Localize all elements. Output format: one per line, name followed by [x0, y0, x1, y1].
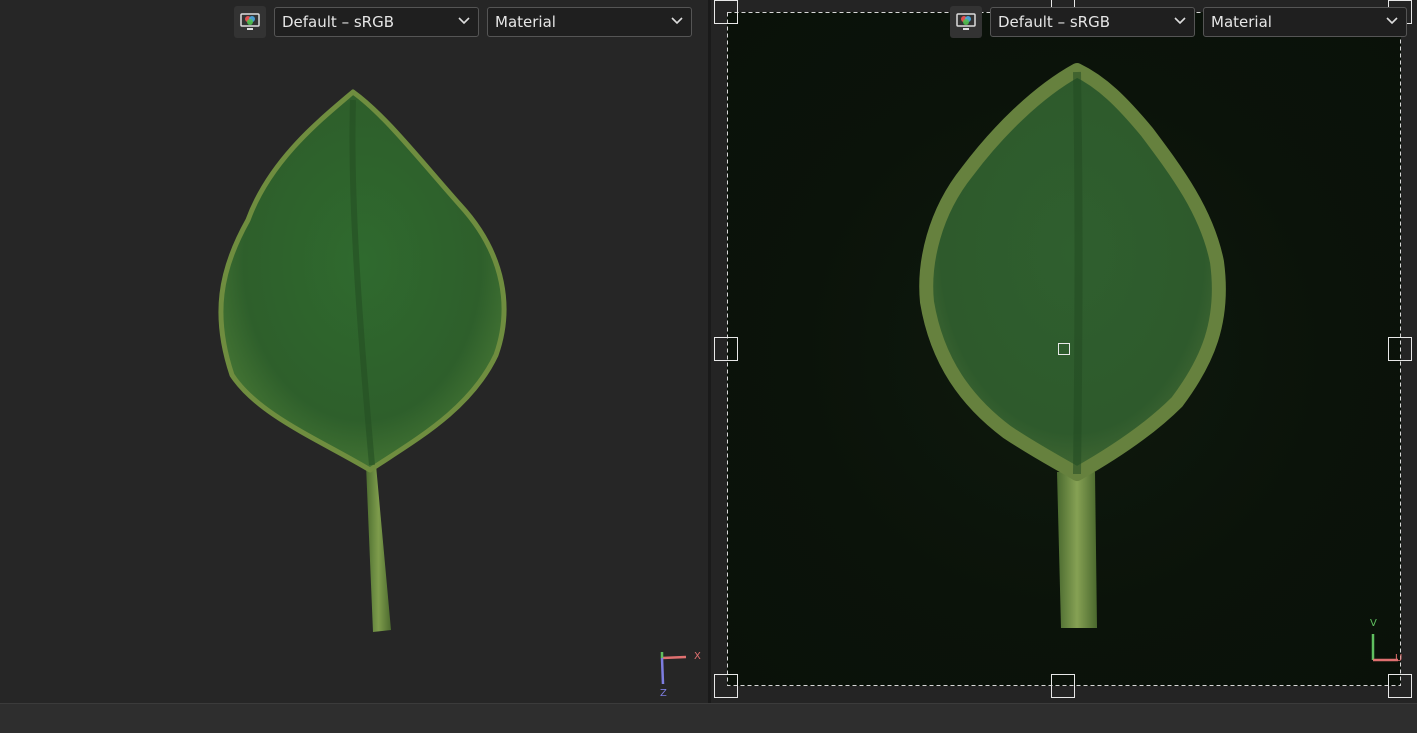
transform-handle-bottom-right[interactable]: [1388, 674, 1412, 698]
display-settings-icon: [956, 13, 976, 31]
chevron-down-icon: [458, 17, 470, 25]
viewport-3d-toolbar: Default – sRGB Material: [234, 6, 692, 38]
display-settings-button[interactable]: [234, 6, 266, 38]
viewport-2d-toolbar: Default – sRGB Material: [950, 6, 1407, 38]
transform-handle-right[interactable]: [1388, 337, 1412, 361]
display-settings-button[interactable]: [950, 6, 982, 38]
colorspace-select[interactable]: Default – sRGB: [990, 7, 1195, 37]
colorspace-select-value: Default – sRGB: [998, 13, 1110, 31]
transform-handle-center[interactable]: [1058, 343, 1070, 355]
axis-x-label: X: [694, 651, 701, 662]
channel-select[interactable]: Material: [1203, 7, 1407, 37]
axis-gizmo-uv: V U: [1365, 616, 1405, 670]
leaf-model-3d[interactable]: [200, 80, 530, 640]
transform-handle-bottom-left[interactable]: [714, 674, 738, 698]
transform-handle-left[interactable]: [714, 337, 738, 361]
chevron-down-icon: [671, 17, 683, 25]
channel-select-value: Material: [495, 13, 556, 31]
axis-gizmo-3d: X Z: [650, 648, 706, 700]
channel-select[interactable]: Material: [487, 7, 692, 37]
chevron-down-icon: [1386, 17, 1398, 25]
status-bar: [0, 703, 1417, 733]
axis-u-label: U: [1395, 653, 1403, 664]
colorspace-select[interactable]: Default – sRGB: [274, 7, 479, 37]
axis-z-label: Z: [660, 688, 667, 699]
axis-v-label: V: [1370, 618, 1377, 629]
viewport-3d[interactable]: Default – sRGB Material X Z: [0, 0, 708, 703]
channel-select-value: Material: [1211, 13, 1272, 31]
colorspace-select-value: Default – sRGB: [282, 13, 394, 31]
leaf-texture-2d[interactable]: [907, 62, 1237, 642]
display-settings-icon: [240, 13, 260, 31]
transform-handle-bottom[interactable]: [1051, 674, 1075, 698]
viewport-2d[interactable]: V U Default – sRGB Material: [711, 0, 1417, 703]
transform-handle-top-left[interactable]: [714, 0, 738, 24]
chevron-down-icon: [1174, 17, 1186, 25]
